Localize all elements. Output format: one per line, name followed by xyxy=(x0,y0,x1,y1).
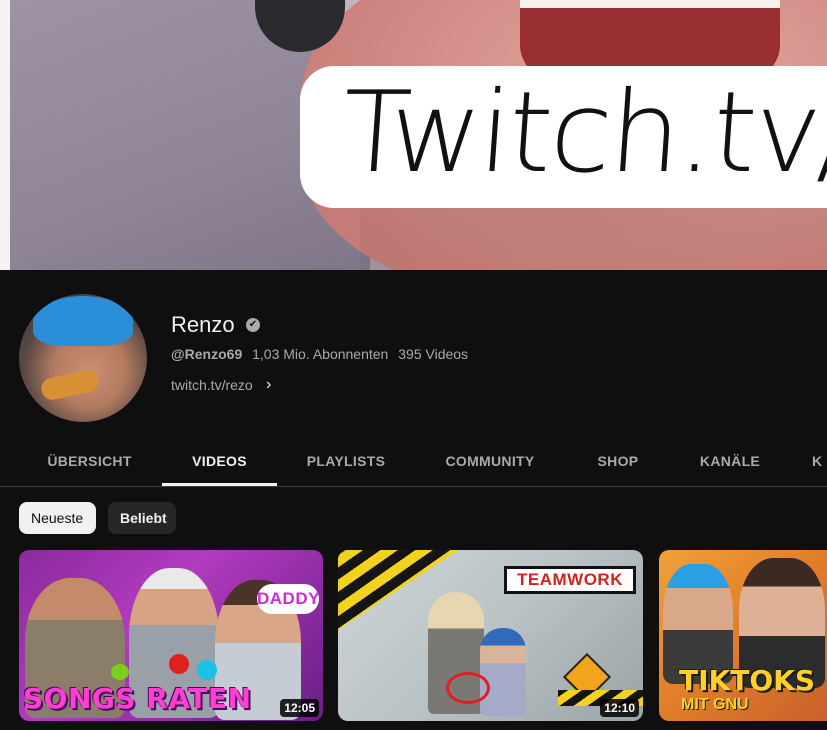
video-count: 395 Videos xyxy=(398,346,469,362)
chevron-right-icon[interactable]: › xyxy=(266,377,276,393)
banner-text: Twitch.tv/R xyxy=(337,68,827,198)
thumb-person xyxy=(480,628,526,716)
avatar-food xyxy=(39,368,101,402)
tab-more[interactable]: K xyxy=(812,438,827,484)
channel-banner: Twitch.tv/R xyxy=(0,0,827,270)
subscriber-count: 1,03 Mio. Abonnenten xyxy=(252,346,389,362)
filter-beliebt[interactable]: Beliebt xyxy=(108,502,176,534)
tab-uebersicht[interactable]: ÜBERSICHT xyxy=(32,438,147,484)
tab-playlists[interactable]: PLAYLISTS xyxy=(292,438,400,484)
thumb-title-text: TIKTOKS xyxy=(679,664,815,697)
video-thumbnail-1[interactable]: DADDY SONGS RATEN 12:05 xyxy=(19,550,323,721)
verified-icon: ✔ xyxy=(246,318,260,332)
thumb-title-text: SONGS RATEN xyxy=(23,682,252,715)
tab-community[interactable]: COMMUNITY xyxy=(430,438,550,484)
channel-name: Renzo xyxy=(171,312,235,337)
buzzer-blue-icon xyxy=(197,660,217,680)
video-thumbnail-2[interactable]: TEAMWORK 12:10 xyxy=(338,550,643,721)
channel-avatar[interactable] xyxy=(19,294,147,422)
video-duration: 12:05 xyxy=(280,699,319,717)
filter-neueste[interactable]: Neueste xyxy=(19,502,96,534)
thumb-subtitle-text: MIT GNU xyxy=(681,696,749,713)
avatar-hair xyxy=(33,296,133,346)
tab-kanaele[interactable]: KANÄLE xyxy=(690,438,770,484)
channel-meta: @Renzo69 1,03 Mio. Abonnenten 395 Videos xyxy=(171,346,474,362)
thumb-title-text: TEAMWORK xyxy=(504,566,636,594)
channel-handle: @Renzo69 xyxy=(171,346,243,362)
thumb-badge: DADDY xyxy=(257,584,319,614)
channel-tabs: ÜBERSICHT VIDEOS PLAYLISTS COMMUNITY SHO… xyxy=(0,438,827,487)
buzzer-red-icon xyxy=(169,654,189,674)
tab-shop[interactable]: SHOP xyxy=(588,438,648,484)
channel-link[interactable]: twitch.tv/rezo xyxy=(171,377,253,393)
buzzer-green-icon xyxy=(111,664,129,680)
highlight-circle-icon xyxy=(446,672,490,704)
video-duration: 12:10 xyxy=(600,699,639,717)
video-thumbnail-3[interactable]: TIKTOKS MIT GNU xyxy=(659,550,827,721)
tab-videos[interactable]: VIDEOS xyxy=(162,438,277,486)
